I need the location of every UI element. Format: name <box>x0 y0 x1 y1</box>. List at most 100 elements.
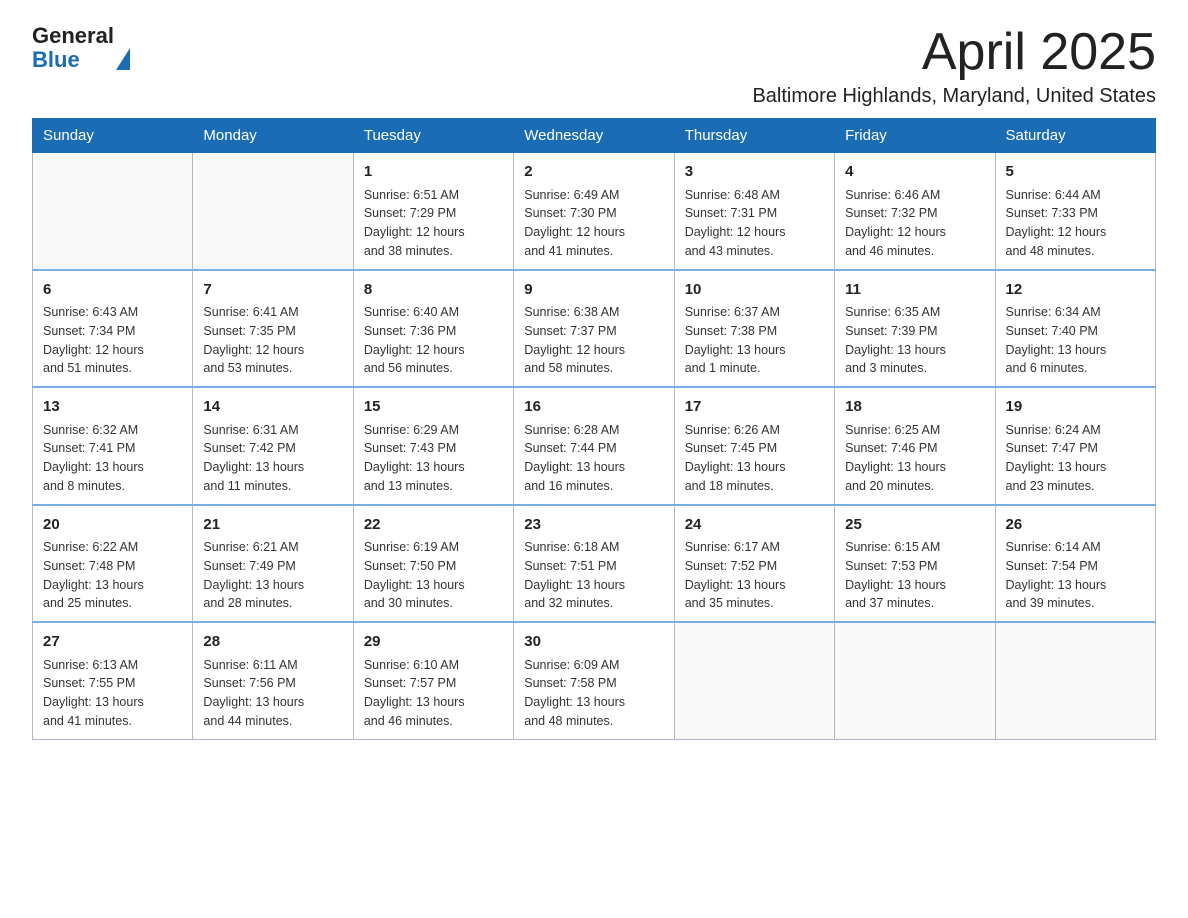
day-number: 3 <box>685 161 824 184</box>
calendar-cell: 27Sunrise: 6:13 AM Sunset: 7:55 PM Dayli… <box>33 622 193 739</box>
day-info: Sunrise: 6:18 AM Sunset: 7:51 PM Dayligh… <box>524 538 663 613</box>
calendar-cell: 29Sunrise: 6:10 AM Sunset: 7:57 PM Dayli… <box>353 622 513 739</box>
calendar-cell: 3Sunrise: 6:48 AM Sunset: 7:31 PM Daylig… <box>674 153 834 270</box>
calendar-cell: 15Sunrise: 6:29 AM Sunset: 7:43 PM Dayli… <box>353 387 513 505</box>
day-info: Sunrise: 6:44 AM Sunset: 7:33 PM Dayligh… <box>1006 186 1145 261</box>
calendar-week-row: 27Sunrise: 6:13 AM Sunset: 7:55 PM Dayli… <box>33 622 1156 739</box>
weekday-header-sunday: Sunday <box>33 119 193 153</box>
calendar-cell: 25Sunrise: 6:15 AM Sunset: 7:53 PM Dayli… <box>835 505 995 623</box>
page-header: General Blue April 2025 Baltimore Highla… <box>32 24 1156 108</box>
day-number: 2 <box>524 161 663 184</box>
weekday-header-friday: Friday <box>835 119 995 153</box>
calendar-cell: 11Sunrise: 6:35 AM Sunset: 7:39 PM Dayli… <box>835 270 995 388</box>
day-number: 8 <box>364 279 503 302</box>
calendar-cell: 26Sunrise: 6:14 AM Sunset: 7:54 PM Dayli… <box>995 505 1155 623</box>
weekday-header-saturday: Saturday <box>995 119 1155 153</box>
month-title: April 2025 <box>752 24 1156 81</box>
calendar-cell: 14Sunrise: 6:31 AM Sunset: 7:42 PM Dayli… <box>193 387 353 505</box>
day-info: Sunrise: 6:32 AM Sunset: 7:41 PM Dayligh… <box>43 421 182 496</box>
day-info: Sunrise: 6:13 AM Sunset: 7:55 PM Dayligh… <box>43 656 182 731</box>
day-info: Sunrise: 6:31 AM Sunset: 7:42 PM Dayligh… <box>203 421 342 496</box>
calendar-cell: 17Sunrise: 6:26 AM Sunset: 7:45 PM Dayli… <box>674 387 834 505</box>
weekday-header-thursday: Thursday <box>674 119 834 153</box>
day-number: 22 <box>364 514 503 537</box>
logo-text: General Blue <box>32 24 114 72</box>
day-info: Sunrise: 6:19 AM Sunset: 7:50 PM Dayligh… <box>364 538 503 613</box>
logo-triangle-icon <box>116 48 130 70</box>
day-info: Sunrise: 6:48 AM Sunset: 7:31 PM Dayligh… <box>685 186 824 261</box>
day-info: Sunrise: 6:43 AM Sunset: 7:34 PM Dayligh… <box>43 303 182 378</box>
day-info: Sunrise: 6:35 AM Sunset: 7:39 PM Dayligh… <box>845 303 984 378</box>
calendar-cell: 28Sunrise: 6:11 AM Sunset: 7:56 PM Dayli… <box>193 622 353 739</box>
day-number: 18 <box>845 396 984 419</box>
calendar-cell <box>835 622 995 739</box>
day-number: 7 <box>203 279 342 302</box>
calendar-cell: 19Sunrise: 6:24 AM Sunset: 7:47 PM Dayli… <box>995 387 1155 505</box>
calendar-cell: 1Sunrise: 6:51 AM Sunset: 7:29 PM Daylig… <box>353 153 513 270</box>
weekday-header-monday: Monday <box>193 119 353 153</box>
day-info: Sunrise: 6:09 AM Sunset: 7:58 PM Dayligh… <box>524 656 663 731</box>
day-number: 6 <box>43 279 182 302</box>
calendar-cell: 23Sunrise: 6:18 AM Sunset: 7:51 PM Dayli… <box>514 505 674 623</box>
calendar-cell: 8Sunrise: 6:40 AM Sunset: 7:36 PM Daylig… <box>353 270 513 388</box>
day-info: Sunrise: 6:34 AM Sunset: 7:40 PM Dayligh… <box>1006 303 1145 378</box>
weekday-header-wednesday: Wednesday <box>514 119 674 153</box>
day-number: 27 <box>43 631 182 654</box>
day-number: 13 <box>43 396 182 419</box>
day-number: 11 <box>845 279 984 302</box>
calendar-week-row: 13Sunrise: 6:32 AM Sunset: 7:41 PM Dayli… <box>33 387 1156 505</box>
day-number: 4 <box>845 161 984 184</box>
calendar-cell <box>193 153 353 270</box>
logo-blue: Blue <box>32 48 114 72</box>
location-title: Baltimore Highlands, Maryland, United St… <box>752 85 1156 108</box>
day-info: Sunrise: 6:14 AM Sunset: 7:54 PM Dayligh… <box>1006 538 1145 613</box>
day-number: 24 <box>685 514 824 537</box>
day-info: Sunrise: 6:15 AM Sunset: 7:53 PM Dayligh… <box>845 538 984 613</box>
day-number: 1 <box>364 161 503 184</box>
day-number: 5 <box>1006 161 1145 184</box>
calendar-week-row: 20Sunrise: 6:22 AM Sunset: 7:48 PM Dayli… <box>33 505 1156 623</box>
day-info: Sunrise: 6:21 AM Sunset: 7:49 PM Dayligh… <box>203 538 342 613</box>
day-number: 10 <box>685 279 824 302</box>
day-info: Sunrise: 6:26 AM Sunset: 7:45 PM Dayligh… <box>685 421 824 496</box>
day-info: Sunrise: 6:24 AM Sunset: 7:47 PM Dayligh… <box>1006 421 1145 496</box>
day-info: Sunrise: 6:41 AM Sunset: 7:35 PM Dayligh… <box>203 303 342 378</box>
day-number: 28 <box>203 631 342 654</box>
day-info: Sunrise: 6:29 AM Sunset: 7:43 PM Dayligh… <box>364 421 503 496</box>
day-info: Sunrise: 6:37 AM Sunset: 7:38 PM Dayligh… <box>685 303 824 378</box>
calendar-cell: 21Sunrise: 6:21 AM Sunset: 7:49 PM Dayli… <box>193 505 353 623</box>
weekday-header-row: SundayMondayTuesdayWednesdayThursdayFrid… <box>33 119 1156 153</box>
calendar-cell: 24Sunrise: 6:17 AM Sunset: 7:52 PM Dayli… <box>674 505 834 623</box>
day-info: Sunrise: 6:46 AM Sunset: 7:32 PM Dayligh… <box>845 186 984 261</box>
calendar-cell: 13Sunrise: 6:32 AM Sunset: 7:41 PM Dayli… <box>33 387 193 505</box>
calendar-cell <box>33 153 193 270</box>
calendar-cell: 5Sunrise: 6:44 AM Sunset: 7:33 PM Daylig… <box>995 153 1155 270</box>
calendar-cell: 20Sunrise: 6:22 AM Sunset: 7:48 PM Dayli… <box>33 505 193 623</box>
calendar-cell: 16Sunrise: 6:28 AM Sunset: 7:44 PM Dayli… <box>514 387 674 505</box>
calendar-week-row: 6Sunrise: 6:43 AM Sunset: 7:34 PM Daylig… <box>33 270 1156 388</box>
day-info: Sunrise: 6:49 AM Sunset: 7:30 PM Dayligh… <box>524 186 663 261</box>
day-number: 17 <box>685 396 824 419</box>
day-info: Sunrise: 6:51 AM Sunset: 7:29 PM Dayligh… <box>364 186 503 261</box>
calendar-cell: 9Sunrise: 6:38 AM Sunset: 7:37 PM Daylig… <box>514 270 674 388</box>
calendar-cell: 10Sunrise: 6:37 AM Sunset: 7:38 PM Dayli… <box>674 270 834 388</box>
calendar-cell <box>674 622 834 739</box>
calendar-table: SundayMondayTuesdayWednesdayThursdayFrid… <box>32 118 1156 740</box>
calendar-cell: 4Sunrise: 6:46 AM Sunset: 7:32 PM Daylig… <box>835 153 995 270</box>
day-number: 20 <box>43 514 182 537</box>
day-number: 14 <box>203 396 342 419</box>
day-info: Sunrise: 6:28 AM Sunset: 7:44 PM Dayligh… <box>524 421 663 496</box>
day-info: Sunrise: 6:10 AM Sunset: 7:57 PM Dayligh… <box>364 656 503 731</box>
calendar-cell <box>995 622 1155 739</box>
calendar-cell: 22Sunrise: 6:19 AM Sunset: 7:50 PM Dayli… <box>353 505 513 623</box>
logo: General Blue <box>32 24 130 72</box>
day-number: 19 <box>1006 396 1145 419</box>
day-info: Sunrise: 6:22 AM Sunset: 7:48 PM Dayligh… <box>43 538 182 613</box>
day-info: Sunrise: 6:17 AM Sunset: 7:52 PM Dayligh… <box>685 538 824 613</box>
day-number: 12 <box>1006 279 1145 302</box>
calendar-cell: 7Sunrise: 6:41 AM Sunset: 7:35 PM Daylig… <box>193 270 353 388</box>
day-number: 9 <box>524 279 663 302</box>
day-info: Sunrise: 6:25 AM Sunset: 7:46 PM Dayligh… <box>845 421 984 496</box>
day-number: 25 <box>845 514 984 537</box>
day-number: 16 <box>524 396 663 419</box>
